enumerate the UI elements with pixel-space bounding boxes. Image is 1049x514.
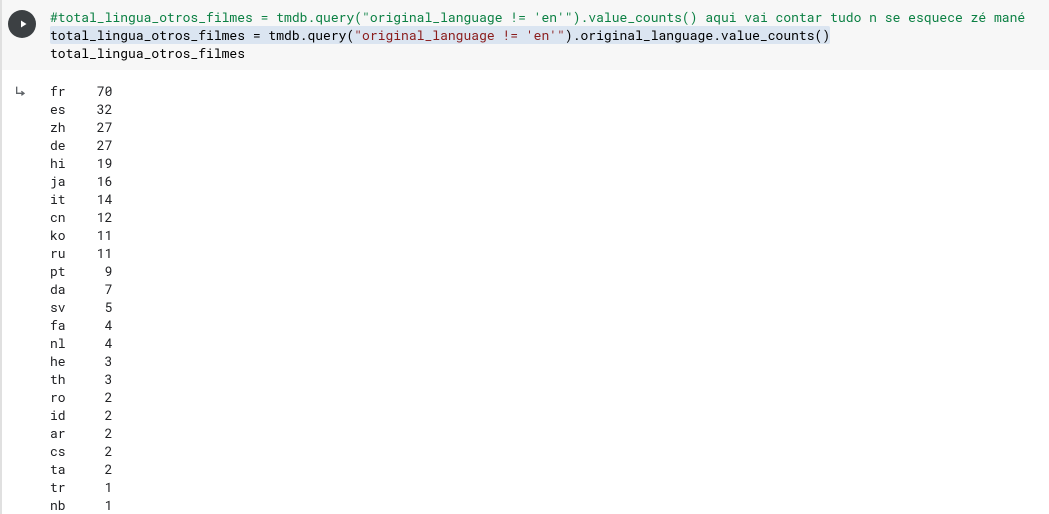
code-editor[interactable]: #total_lingua_otros_filmes = tmdb.query(… [42,6,1049,64]
output-row: de 27 [50,136,1041,154]
code-line2a: total_lingua_otros_filmes = tmdb.query( [50,26,354,44]
output-row: ja 16 [50,172,1041,190]
run-button[interactable] [8,10,36,38]
output-gutter [2,82,42,514]
output-row: nl 4 [50,334,1041,352]
code-input-area: #total_lingua_otros_filmes = tmdb.query(… [2,0,1049,70]
input-gutter [2,6,42,64]
code-comment-tail: aqui vai contar tudo n se esquece zé man… [698,8,1026,26]
output-row: pt 9 [50,262,1041,280]
output-row: fr 70 [50,82,1041,100]
code-comment-call1: tmdb.query( [276,8,362,26]
output-row: it 14 [50,190,1041,208]
output-row: es 32 [50,100,1041,118]
code-comment-var: #total_lingua_otros_filmes [50,8,253,26]
code-comment-eq: = [253,8,276,26]
output-row: ar 2 [50,424,1041,442]
output-row: tr 1 [50,478,1041,496]
code-cell: #total_lingua_otros_filmes = tmdb.query(… [0,0,1049,70]
output-row: cs 2 [50,442,1041,460]
output-row: cn 12 [50,208,1041,226]
output-row: zh 27 [50,118,1041,136]
output-row: he 3 [50,352,1041,370]
code-comment-str: "original_language != 'en'" [362,8,573,26]
output-row: hi 19 [50,154,1041,172]
output-row: da 7 [50,280,1041,298]
code-comment-call2: ).value_counts() [573,8,698,26]
code-line2b: ).original_language.value_counts() [565,26,830,44]
output-row: ta 2 [50,460,1041,478]
output-row: ko 11 [50,226,1041,244]
code-line3: total_lingua_otros_filmes [50,44,245,62]
output-arrow-icon [14,84,30,100]
play-icon [17,18,29,30]
output-row: sv 5 [50,298,1041,316]
output-text: fr 70es 32zh 27de 27hi 19ja 16it 14cn 12… [42,82,1049,514]
output-row: id 2 [50,406,1041,424]
code-line2-str: "original_language != 'en'" [354,26,565,44]
output-row: nb 1 [50,496,1041,514]
output-row: fa 4 [50,316,1041,334]
output-area: fr 70es 32zh 27de 27hi 19ja 16it 14cn 12… [0,70,1049,514]
output-row: ro 2 [50,388,1041,406]
output-row: th 3 [50,370,1041,388]
output-row: ru 11 [50,244,1041,262]
